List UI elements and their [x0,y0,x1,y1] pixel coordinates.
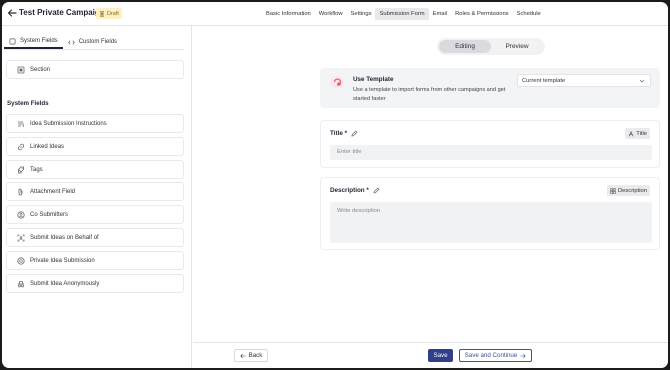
app-window: Test Private Campaign Draft Basic Inform… [2,2,668,368]
anonymous-icon [16,279,25,288]
template-icon [330,75,344,89]
editing-toggle[interactable]: Editing [439,40,491,53]
hourglass-icon [100,10,104,17]
field-item-label: Submit Ideas on Behalf of [30,234,99,241]
save-and-continue-label: Save and Continue [464,352,518,359]
chevron-down-icon [639,79,645,83]
description-label-text: Description * [330,187,369,194]
field-item-tags[interactable]: Tags [6,160,184,179]
template-title: Use Template [353,76,394,83]
description-field-block: Description * Description Write descript… [320,177,660,250]
section-icon [16,65,25,74]
description-field-label: Description * [330,187,380,194]
title-input[interactable]: Enter title [330,145,652,160]
template-description: Use a template to import forms from othe… [353,87,506,102]
field-item-submit-anonymously[interactable]: Submit Idea Anonymously [6,274,184,293]
form-editor: Editing Preview Use Template Use a templ… [193,26,668,342]
template-select[interactable]: Current template [517,74,651,87]
status-badge: Draft [96,8,122,19]
mode-toggle: Editing Preview [437,38,545,55]
nav-basic-information[interactable]: Basic Information [262,8,315,20]
title-chip-label: Title [636,130,647,137]
paperclip-icon [16,187,25,196]
title-label-text: Title * [330,130,348,137]
tag-icon [16,165,25,174]
field-item-label: Co Submitters [30,211,69,218]
field-item-attachment-field[interactable]: Attachment Field [6,182,184,201]
field-item-label: Idea Submission Instructions [30,120,107,127]
title-chip: Title [625,128,650,139]
nav-settings[interactable]: Settings [347,8,376,20]
pencil-icon[interactable] [373,187,380,194]
field-item-label: Private Idea Submission [30,257,95,264]
field-item-label: Submit Idea Anonymously [30,280,100,287]
preview-toggle[interactable]: Preview [491,40,543,53]
nav-submission-form[interactable]: Submission Form [375,8,429,20]
field-item-section[interactable]: Section [6,60,184,79]
status-badge-label: Draft [107,10,119,17]
text-icon [628,130,634,136]
description-textarea[interactable]: Write description [330,202,652,243]
user-scan-icon [16,233,25,242]
footer-bar: Back Save Save and Continue [193,342,668,368]
link-icon [16,142,25,151]
save-button[interactable]: Save [428,349,453,362]
arrow-right-icon [520,353,526,358]
field-item-label: Tags [30,166,43,173]
grid-icon [610,187,616,194]
nav-schedule[interactable]: Schedule [513,8,545,20]
field-item-co-submitters[interactable]: Co Submitters [6,205,184,224]
tab-system-fields[interactable]: System Fields [4,35,63,49]
campaign-title: Test Private Campaign [19,8,105,17]
instructions-icon [16,119,25,128]
save-and-continue-button[interactable]: Save and Continue [459,349,532,362]
save-button-label: Save [433,352,448,359]
tab-custom-fields-label: Custom Fields [78,39,118,45]
field-tabs: System Fields Custom Fields [4,35,122,49]
tabs-divider [4,49,184,50]
field-item-label: Section [30,66,51,73]
pencil-icon[interactable] [351,130,358,137]
top-header: Test Private Campaign Draft Basic Inform… [2,2,668,26]
back-button-label: Back [248,352,263,359]
template-select-value: Current template [522,77,566,84]
arrow-left-icon [239,353,246,358]
description-chip-label: Description [618,187,647,194]
top-nav: Basic Information Workflow Settings Subm… [262,8,545,20]
nav-workflow[interactable]: Workflow [315,8,347,20]
use-template-panel: Use Template Use a template to import fo… [320,68,660,108]
title-field-label: Title * [330,130,358,137]
tab-system-fields-label: System Fields [20,38,58,44]
code-icon [67,40,75,44]
nav-email[interactable]: Email [429,8,452,20]
user-circle-icon [16,210,25,219]
fields-sidebar: System Fields Custom Fields Section Syst… [2,26,192,368]
field-item-private-idea-submission[interactable]: Private Idea Submission [6,251,184,270]
tab-custom-fields[interactable]: Custom Fields [63,35,122,49]
field-item-label: Attachment Field [30,188,76,195]
square-icon [9,38,16,44]
description-chip: Description [607,185,650,196]
field-item-linked-ideas[interactable]: Linked Ideas [6,137,184,156]
field-item-idea-submission-instructions[interactable]: Idea Submission Instructions [6,114,184,133]
system-fields-heading: System Fields [7,100,49,107]
back-button[interactable]: Back [234,349,268,362]
field-item-submit-on-behalf[interactable]: Submit Ideas on Behalf of [6,228,184,247]
back-arrow-icon[interactable] [6,7,18,19]
title-field-block: Title * Title Enter title [320,120,660,168]
nav-roles-permissions[interactable]: Roles & Permissions [451,8,512,20]
field-item-label: Linked Ideas [30,143,65,150]
private-icon [16,256,25,265]
